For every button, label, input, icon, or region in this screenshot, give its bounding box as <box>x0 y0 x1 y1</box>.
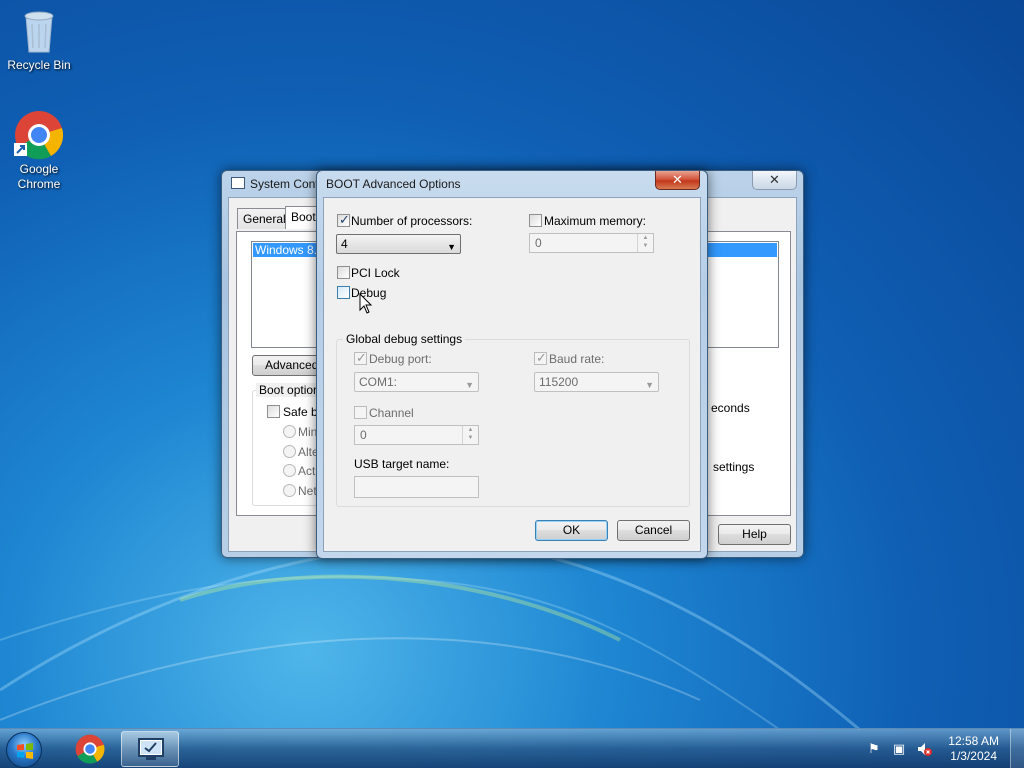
mouse-cursor-icon <box>359 293 373 314</box>
desktop-icon-chrome[interactable]: Google Chrome <box>0 110 78 192</box>
timeout-seconds-label: econds <box>711 401 750 415</box>
boot-advanced-options-dialog: BOOT Advanced Options ✕ Number of proces… <box>316 170 708 559</box>
system-clock[interactable]: 12:58 AM 1/3/2024 <box>948 734 999 764</box>
help-button[interactable]: Help <box>718 524 791 545</box>
debug-checkbox[interactable] <box>337 286 350 299</box>
global-debug-settings-group: Global debug settings Debug port: COM1: … <box>336 332 690 507</box>
number-of-processors-value: 4 <box>341 237 348 251</box>
maximum-memory-value: 0 <box>535 236 542 250</box>
pci-lock-checkbox[interactable] <box>337 266 350 279</box>
ok-button[interactable]: OK <box>535 520 608 541</box>
number-of-processors-select[interactable]: 4 ▼ <box>336 234 461 254</box>
channel-value: 0 <box>360 428 367 442</box>
radio-minimal[interactable] <box>283 425 296 438</box>
window-title: System Conf <box>250 177 319 191</box>
chevron-down-icon: ▼ <box>465 380 474 390</box>
number-of-processors-label: Number of processors: <box>351 214 473 228</box>
windows-logo-icon <box>17 743 33 759</box>
chrome-icon <box>14 110 64 160</box>
dialog-title: BOOT Advanced Options <box>326 177 461 191</box>
chevron-down-icon: ▼ <box>447 242 456 252</box>
baud-rate-checkbox[interactable] <box>534 350 547 366</box>
baud-rate-value: 115200 <box>539 375 579 389</box>
pci-lock-label: PCI Lock <box>351 266 400 280</box>
recycle-bin-icon <box>14 6 64 56</box>
show-desktop-button[interactable] <box>1010 729 1024 768</box>
taskbar-item-chrome[interactable] <box>61 731 119 767</box>
clock-time: 12:58 AM <box>948 734 999 748</box>
cancel-button[interactable]: Cancel <box>617 520 690 541</box>
debug-port-label: Debug port: <box>369 352 432 366</box>
radio-active-directory[interactable] <box>283 464 296 477</box>
spinner-arrows-icon[interactable]: ▲ ▼ <box>637 234 653 252</box>
maximum-memory-checkbox[interactable] <box>529 214 542 227</box>
channel-spinner[interactable]: 0 ▲ ▼ <box>354 425 479 445</box>
close-button[interactable]: ✕ <box>655 171 700 190</box>
chevron-down-icon: ▼ <box>645 380 654 390</box>
start-orb-icon[interactable] <box>6 732 42 768</box>
taskbar: ⚑ ▣ 12:58 AM 1/3/2024 <box>0 728 1024 768</box>
msconfig-icon <box>231 177 245 189</box>
maximum-memory-spinner[interactable]: 0 ▲ ▼ <box>529 233 654 253</box>
maximum-memory-label: Maximum memory: <box>544 214 647 228</box>
taskbar-item-msconfig[interactable] <box>121 731 179 767</box>
safe-boot-checkbox[interactable] <box>267 405 280 418</box>
radio-network[interactable] <box>283 484 296 497</box>
spinner-arrows-icon[interactable]: ▲ ▼ <box>462 426 478 444</box>
debug-port-checkbox[interactable] <box>354 350 367 366</box>
volume-muted-icon[interactable] <box>916 741 932 757</box>
radio-alternate[interactable] <box>283 445 296 458</box>
debug-port-select[interactable]: COM1: ▼ <box>354 372 479 392</box>
boot-settings-label: settings <box>713 460 755 474</box>
usb-target-name-input[interactable] <box>354 476 479 498</box>
clock-date: 1/3/2024 <box>950 749 997 763</box>
channel-label: Channel <box>369 406 414 420</box>
desktop-icon-label: Google Chrome <box>17 162 61 191</box>
baud-rate-select[interactable]: 115200 ▼ <box>534 372 659 392</box>
action-center-flag-icon[interactable]: ⚑ <box>866 741 882 757</box>
global-debug-settings-title: Global debug settings <box>343 332 466 346</box>
chrome-icon <box>75 734 105 764</box>
usb-target-name-label: USB target name: <box>354 457 450 471</box>
baud-rate-label: Baud rate: <box>549 352 605 366</box>
desktop-icon-label: Recycle Bin <box>7 58 71 72</box>
tab-general[interactable]: General <box>237 208 292 229</box>
debug-port-value: COM1: <box>359 375 398 389</box>
number-of-processors-checkbox[interactable] <box>337 212 350 228</box>
network-icon[interactable]: ▣ <box>891 741 907 757</box>
msconfig-icon <box>138 738 164 760</box>
close-button[interactable]: ✕ <box>752 171 797 190</box>
channel-checkbox[interactable] <box>354 406 367 419</box>
desktop-icon-recycle-bin[interactable]: Recycle Bin <box>0 6 78 73</box>
dialog-client: Number of processors: 4 ▼ Maximum memory… <box>323 197 701 552</box>
